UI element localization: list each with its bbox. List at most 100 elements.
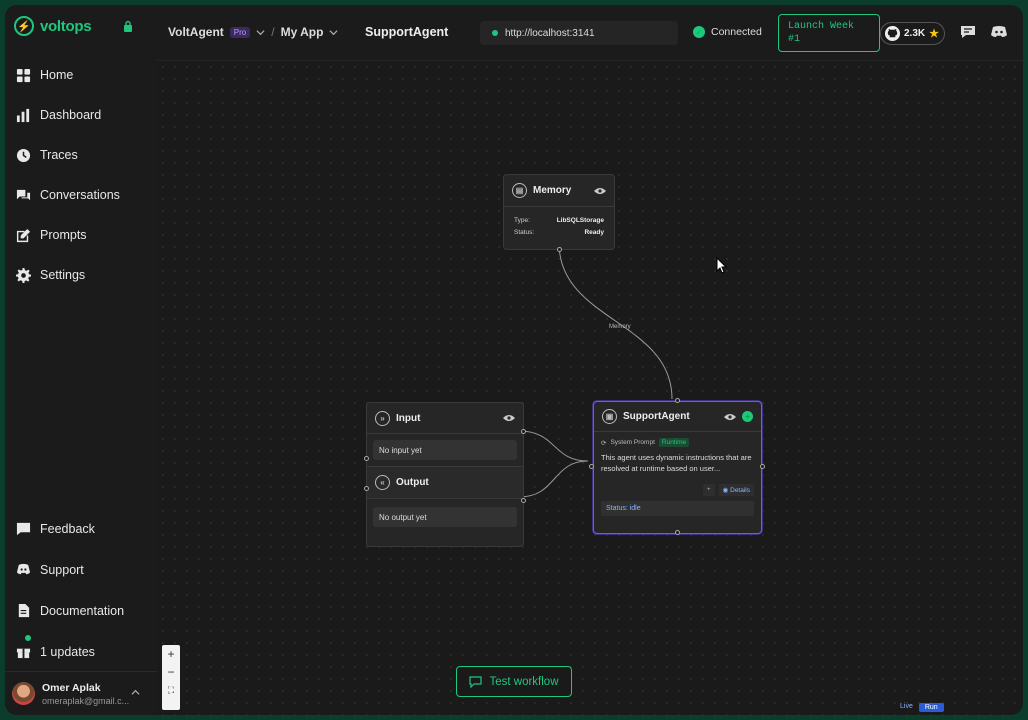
agent-left-handle[interactable]	[589, 464, 594, 469]
input-right-handle[interactable]	[521, 429, 526, 434]
home-icon	[16, 68, 31, 82]
chat-icon	[469, 675, 483, 688]
workflow-canvas[interactable]: Memory ▤ Memory Type: LibSQLStorage Statu…	[157, 61, 1023, 715]
lock-icon	[124, 20, 132, 32]
nav-item-conversations[interactable]: Conversations	[5, 175, 157, 215]
input-value-field: No input yet	[373, 440, 517, 460]
project-name[interactable]: VoltAgent	[168, 25, 224, 39]
status-value: Ready	[584, 229, 604, 236]
agent-top-handle[interactable]	[675, 398, 680, 403]
nav-item-home[interactable]: Home	[5, 55, 157, 95]
nav-item-traces[interactable]: Traces	[5, 135, 157, 175]
test-workflow-button[interactable]: Test workflow	[456, 666, 572, 697]
memory-handle[interactable]	[557, 247, 562, 252]
output-placeholder: No output yet	[379, 512, 427, 522]
update-badge-dot	[25, 635, 31, 641]
nav-item-documentation[interactable]: Documentation	[5, 590, 157, 631]
nav-label: Feedback	[40, 521, 95, 536]
zoom-in-button[interactable]: +	[162, 645, 180, 663]
add-tool-icon[interactable]: +	[742, 411, 753, 422]
eye-icon[interactable]	[724, 413, 736, 421]
nav-label: 1 updates	[40, 644, 95, 659]
edit-icon	[16, 228, 31, 242]
eye-icon[interactable]	[594, 187, 606, 195]
eye-icon[interactable]	[503, 414, 515, 422]
output-value-field: No output yet	[373, 507, 517, 527]
discord-icon	[16, 563, 31, 575]
fit-view-icon[interactable]: ⛶	[162, 681, 180, 699]
chevron-down-icon[interactable]	[256, 28, 265, 37]
nav-label: Settings	[40, 268, 86, 282]
nav-label: Conversations	[40, 188, 120, 202]
details-button[interactable]: ◉ Details	[718, 484, 754, 496]
launch-week-button[interactable]: Launch Week #1	[778, 14, 880, 52]
agent-node[interactable]: ▣ SupportAgent + ⟳ System Prompt Runtime…	[593, 401, 762, 534]
breadcrumb: VoltAgent Pro / My App	[168, 25, 339, 39]
live-toggle[interactable]: Live	[900, 703, 913, 712]
output-title: Output	[396, 477, 429, 488]
nav-item-feedback[interactable]: Feedback	[5, 508, 157, 549]
github-star-count: 2.3K	[904, 28, 926, 39]
launch-line-2: #1	[788, 34, 801, 45]
chevrons-right-icon: »	[375, 410, 390, 426]
status-label: Status:	[514, 229, 535, 236]
avatar	[12, 682, 35, 705]
main-nav: Home Dashboard Traces Conversations Prom…	[5, 55, 157, 295]
agent-icon: ▣	[602, 409, 617, 424]
output-right-handle[interactable]	[521, 498, 526, 503]
edges-layer: Memory	[518, 242, 673, 498]
chat-icon[interactable]	[960, 25, 976, 39]
page-title: SupportAgent	[365, 25, 449, 39]
github-icon	[885, 26, 900, 41]
output-left-handle[interactable]	[364, 486, 369, 491]
nav-item-settings[interactable]: Settings	[5, 255, 157, 295]
clock-icon	[16, 148, 31, 162]
memory-type-row: Type: LibSQLStorage	[504, 217, 614, 224]
chat-bubbles-icon	[16, 189, 31, 200]
server-url: http://localhost:3141	[505, 27, 595, 39]
app-name[interactable]: My App	[281, 25, 324, 39]
bolt-icon: ⚡	[14, 16, 34, 36]
server-url-field[interactable]: http://localhost:3141	[480, 21, 678, 45]
nav-label: Home	[40, 68, 74, 82]
feedback-icon	[16, 522, 31, 536]
memory-edge	[558, 242, 673, 400]
memory-node[interactable]: ▤ Memory Type: LibSQLStorage Status: Ready	[503, 174, 615, 250]
zoom-out-button[interactable]: −	[162, 663, 180, 681]
agent-right-handle[interactable]	[760, 464, 765, 469]
agent-node-title: SupportAgent	[623, 411, 690, 422]
sidebar: ⚡ voltops Home Dashboard Traces Conversa…	[5, 5, 157, 715]
nav-item-dashboard[interactable]: Dashboard	[5, 95, 157, 135]
nav-label: Traces	[40, 148, 78, 162]
type-value: LibSQLStorage	[556, 217, 604, 224]
document-icon	[18, 603, 30, 618]
user-name: Omer Aplak	[42, 681, 101, 694]
agent-bottom-handle[interactable]	[675, 530, 680, 535]
status-text: Status: idle	[606, 505, 641, 512]
github-stars-button[interactable]: 2.3K ★	[880, 22, 945, 45]
type-label: Type:	[514, 217, 530, 224]
edge-label: Memory	[609, 324, 631, 330]
run-controls: Live Run	[900, 703, 944, 712]
logo[interactable]: ⚡ voltops	[14, 16, 92, 36]
discord-icon[interactable]	[990, 25, 1008, 39]
node-title: Memory	[533, 185, 572, 196]
chevron-up-icon[interactable]	[131, 688, 140, 697]
details-label: Details	[730, 487, 750, 494]
bar-chart-icon	[16, 108, 30, 122]
check-circle-icon: ✓	[693, 26, 705, 38]
nav-item-support[interactable]: Support	[5, 549, 157, 590]
nav-label: Documentation	[40, 603, 125, 618]
run-button[interactable]: Run	[918, 703, 944, 712]
nav-item-updates[interactable]: 1 updates	[5, 631, 157, 672]
input-output-node[interactable]: » Input No input yet « Output No output …	[366, 402, 524, 547]
test-workflow-label: Test workflow	[489, 675, 559, 688]
add-button[interactable]: +	[702, 484, 715, 496]
input-left-handle[interactable]	[364, 456, 369, 461]
gift-icon	[16, 648, 31, 659]
nav-item-prompts[interactable]: Prompts	[5, 215, 157, 255]
input-placeholder: No input yet	[379, 445, 422, 455]
chevron-down-icon[interactable]	[329, 28, 339, 37]
nav-label: Support	[40, 562, 84, 577]
input-edge	[518, 430, 589, 462]
